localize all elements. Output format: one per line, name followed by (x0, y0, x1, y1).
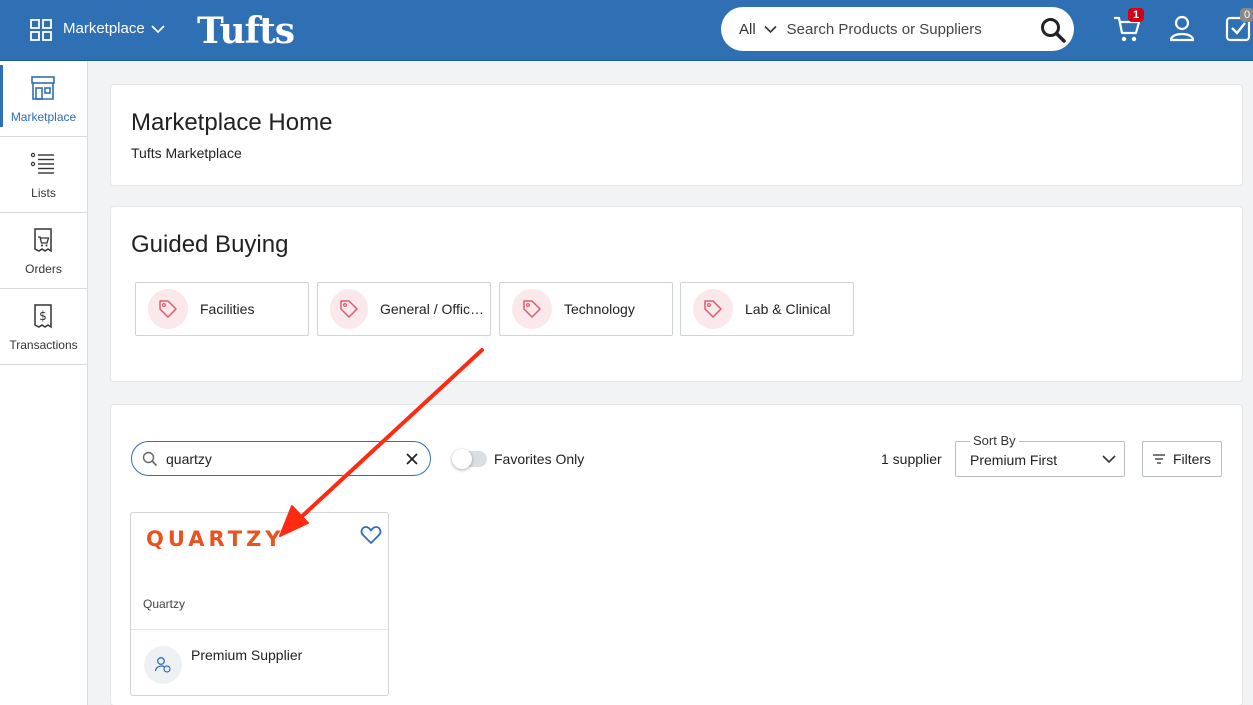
tasks-count-badge: 0 (1240, 8, 1253, 22)
chevron-down-icon (764, 25, 777, 33)
search-scope-label: All (739, 20, 756, 38)
guided-buying-general-office[interactable]: General / Office Supplies (317, 282, 491, 336)
tag-icon (704, 300, 722, 318)
guided-buying-facilities[interactable]: Facilities (135, 282, 309, 336)
premium-supplier-label: Premium Supplier (191, 647, 303, 663)
supplier-search-input[interactable] (166, 450, 396, 467)
user-icon[interactable] (1168, 14, 1196, 42)
chevron-down-icon (151, 24, 165, 33)
svg-text:$: $ (39, 309, 47, 323)
global-search: All (721, 7, 1074, 51)
orders-icon (34, 228, 52, 253)
filter-icon (1152, 454, 1165, 464)
tag-icon (523, 300, 541, 318)
page-title: Marketplace Home (131, 109, 333, 136)
divider (131, 629, 388, 630)
search-scope-dropdown[interactable]: All (739, 21, 777, 38)
quartzy-logo: QUARTZY (146, 527, 285, 551)
sidebar-item-transactions[interactable]: $ Transactions (0, 289, 87, 365)
page-subtitle: Tufts Marketplace (131, 145, 242, 161)
guided-buying-label: Facilities (200, 301, 255, 317)
filters-button[interactable]: Filters (1142, 441, 1222, 477)
home-header-card: Marketplace Home Tufts Marketplace (111, 85, 1242, 185)
sidebar-item-orders[interactable]: Orders (0, 213, 87, 289)
storefront-icon (31, 76, 55, 100)
guided-buying-label: Technology (564, 301, 635, 317)
transactions-icon: $ (34, 304, 52, 329)
sort-by-dropdown[interactable]: Sort By Premium First (955, 433, 1125, 477)
guided-buying-label: Lab & Clinical (745, 301, 831, 317)
guided-buying-technology[interactable]: Technology (499, 282, 673, 336)
sidebar-item-label: Marketplace (10, 110, 77, 124)
guided-buying-title: Guided Buying (131, 231, 289, 258)
chevron-down-icon (1102, 455, 1116, 464)
sidebar-item-label: Lists (31, 186, 56, 200)
app-switcher-label: Marketplace (63, 20, 145, 37)
sidebar-item-label: Transactions (9, 338, 78, 352)
sidebar: Marketplace Lists Orders $ Transactions (0, 61, 88, 705)
tag-icon (159, 300, 177, 318)
sidebar-item-lists[interactable]: Lists (0, 137, 87, 213)
app-grid-icon[interactable] (30, 19, 52, 41)
search-input[interactable] (786, 20, 1027, 38)
sidebar-item-marketplace[interactable]: Marketplace (0, 61, 87, 137)
favorites-toggle[interactable] (452, 449, 487, 469)
suppliers-card: Favorites Only 1 supplier Sort By Premiu… (111, 405, 1242, 705)
app-switcher-dropdown[interactable]: Marketplace (63, 20, 165, 37)
tag-icon (340, 300, 358, 318)
supplier-count: 1 supplier (881, 451, 942, 467)
search-icon[interactable] (1040, 17, 1066, 43)
favorites-label: Favorites Only (494, 451, 585, 467)
user-badge-icon (154, 657, 171, 673)
sort-by-value: Premium First (970, 452, 1058, 468)
supplier-name: Quartzy (143, 597, 186, 611)
premium-supplier-icon (144, 646, 182, 684)
heart-icon[interactable] (360, 525, 382, 545)
supplier-search (131, 441, 431, 476)
sort-by-label: Sort By (970, 433, 1019, 448)
filters-label: Filters (1172, 451, 1212, 467)
list-icon (30, 152, 54, 174)
search-icon (142, 451, 158, 466)
guided-buying-card: Guided Buying Facilities General / Offic… (111, 207, 1242, 381)
tufts-logo[interactable]: Tufts (197, 10, 295, 52)
close-icon[interactable] (404, 451, 420, 467)
top-bar: Marketplace Tufts All 1 0 (0, 0, 1253, 61)
cart-count-badge: 1 (1128, 8, 1145, 22)
guided-buying-label: General / Office Supplies (380, 301, 490, 317)
sidebar-item-label: Orders (25, 262, 62, 276)
supplier-card-quartzy[interactable]: QUARTZY Quartzy Premium Supplier (130, 512, 389, 696)
guided-buying-lab-clinical[interactable]: Lab & Clinical (680, 282, 854, 336)
